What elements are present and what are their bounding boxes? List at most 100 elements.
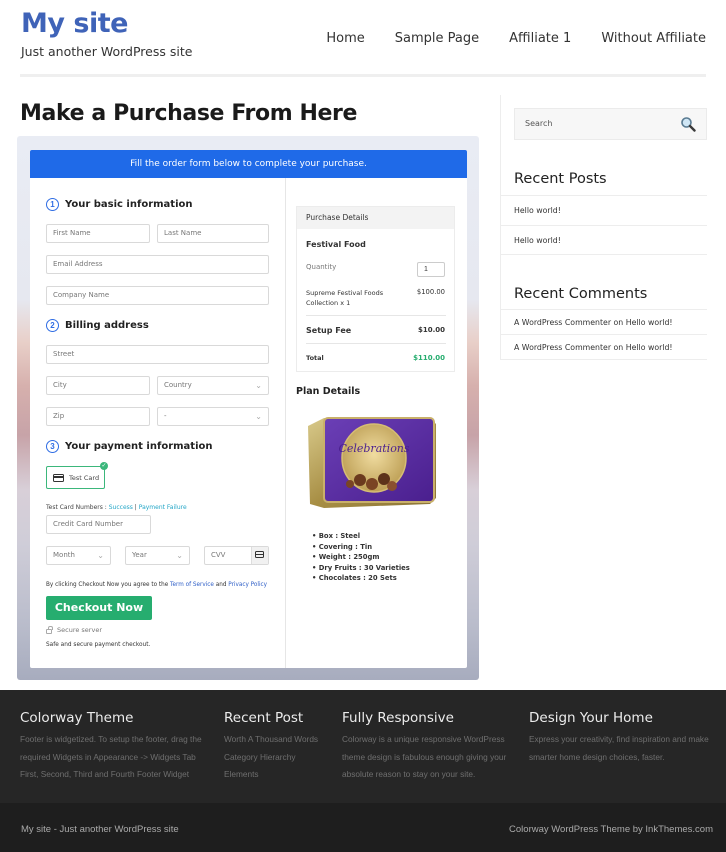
step-number-icon: 1 bbox=[46, 198, 59, 211]
footer-col-title: Recent Post bbox=[224, 710, 304, 726]
check-icon: ✓ bbox=[100, 462, 108, 470]
item-description: Supreme Festival Foods Collection x 1 bbox=[306, 288, 383, 308]
recent-post-link[interactable]: Hello world! bbox=[501, 195, 707, 225]
state-select[interactable]: - ⌄ bbox=[157, 407, 269, 426]
card-number-input[interactable]: Credit Card Number bbox=[46, 515, 151, 534]
terms-prefix: By clicking Checkout Now you agree to th… bbox=[46, 582, 171, 588]
footer-post-link[interactable]: Worth A Thousand Words bbox=[224, 731, 318, 749]
month-select[interactable]: Month ⌄ bbox=[46, 546, 111, 565]
quantity-label: Quantity bbox=[306, 263, 337, 271]
country-select[interactable]: Country ⌄ bbox=[157, 376, 269, 395]
credit-card-icon bbox=[255, 551, 264, 558]
chevron-down-icon: ⌄ bbox=[255, 412, 262, 421]
setup-fee-label: Setup Fee bbox=[306, 326, 352, 335]
city-input[interactable]: City bbox=[46, 376, 150, 395]
nav-home[interactable]: Home bbox=[326, 31, 364, 46]
footer-text: Colorway is a unique responsive WordPres… bbox=[342, 734, 505, 744]
search-input[interactable]: Search bbox=[514, 108, 707, 140]
footer-text: theme design is fabulous enough giving y… bbox=[342, 751, 507, 762]
checkout-now-button[interactable]: Checkout Now bbox=[46, 596, 152, 620]
step-label: Your payment information bbox=[65, 441, 213, 452]
checkout-form-wrapper: Fill the order form below to complete yo… bbox=[17, 136, 479, 680]
secure-server-label: Secure server bbox=[57, 626, 102, 634]
cvv-input[interactable]: CVV bbox=[204, 546, 269, 565]
total-label: Total bbox=[306, 354, 324, 362]
footer-site-credit[interactable]: My site - Just another WordPress site bbox=[21, 824, 179, 835]
footer-post-link[interactable]: Elements bbox=[224, 766, 318, 784]
email-input[interactable]: Email Address bbox=[46, 255, 269, 274]
step-payment: 3 Your payment information bbox=[46, 440, 213, 453]
last-name-input[interactable]: Last Name bbox=[157, 224, 269, 243]
site-title[interactable]: My site bbox=[21, 8, 128, 39]
site-tagline: Just another WordPress site bbox=[21, 44, 193, 59]
item-line-2: Collection x 1 bbox=[306, 299, 351, 307]
test-failure-link[interactable]: Payment Failure bbox=[139, 504, 187, 511]
spec-item: Weight : 250gm bbox=[312, 553, 410, 564]
footer-bottom-bar: My site - Just another WordPress site Co… bbox=[0, 803, 726, 852]
header-divider bbox=[20, 74, 706, 77]
month-select-value: Month bbox=[53, 551, 75, 559]
footer-col-colorway: Colorway Theme Footer is widgetized. To … bbox=[20, 710, 202, 784]
step-number-icon: 2 bbox=[46, 319, 59, 332]
spec-item: Chocolates : 20 Sets bbox=[312, 574, 410, 585]
footer-theme-credit[interactable]: Colorway WordPress Theme by InkThemes.co… bbox=[509, 824, 713, 835]
cvv-card-icon bbox=[251, 547, 268, 564]
footer-text: absolute reason to stay on your site. bbox=[342, 769, 476, 779]
privacy-policy-link[interactable]: Privacy Policy bbox=[228, 582, 267, 588]
step-number-icon: 3 bbox=[46, 440, 59, 453]
first-name-input[interactable]: First Name bbox=[46, 224, 150, 243]
setup-fee-price: $10.00 bbox=[417, 326, 445, 334]
payment-method-test-card[interactable]: Test Card ✓ bbox=[46, 462, 108, 489]
zip-input[interactable]: Zip bbox=[46, 407, 150, 426]
terms-and: and bbox=[213, 582, 229, 588]
chevron-down-icon: ⌄ bbox=[255, 381, 262, 390]
nav-affiliate-1[interactable]: Affiliate 1 bbox=[509, 31, 571, 46]
product-image: Celebrations bbox=[308, 417, 436, 508]
search-placeholder: Search bbox=[525, 119, 553, 128]
payment-method-label: Test Card bbox=[69, 473, 100, 482]
purchase-details-heading: Purchase Details bbox=[297, 207, 454, 229]
step-label: Your basic information bbox=[65, 199, 193, 210]
footer-text: First, Second, Third and Fourth Footer W… bbox=[20, 769, 190, 779]
item-price: $100.00 bbox=[416, 288, 445, 296]
company-input[interactable]: Company Name bbox=[46, 286, 269, 305]
plan-spec-list: Box : Steel Covering : Tin Weight : 250g… bbox=[312, 532, 410, 585]
divider bbox=[306, 343, 446, 344]
recent-post-link[interactable]: Hello world! bbox=[501, 225, 707, 255]
year-select[interactable]: Year ⌄ bbox=[125, 546, 190, 565]
terms-of-service-link[interactable]: Term of Service bbox=[170, 582, 214, 588]
sidebar: Search Recent Posts Hello world! Hello w… bbox=[500, 95, 707, 360]
country-select-value: Country bbox=[164, 381, 192, 389]
footer-post-link[interactable]: Category Hierarchy bbox=[224, 749, 318, 767]
nav-sample-page[interactable]: Sample Page bbox=[395, 31, 479, 46]
footer-text: required Widgets in Appearance -> Widget… bbox=[20, 751, 196, 762]
chevron-down-icon: ⌄ bbox=[97, 551, 104, 560]
street-input[interactable]: Street bbox=[46, 345, 269, 364]
test-numbers-label: Test Card Numbers : bbox=[46, 504, 109, 511]
plan-details-heading: Plan Details bbox=[296, 386, 361, 397]
spec-item: Box : Steel bbox=[312, 532, 410, 543]
footer-text: Footer is widgetized. To setup the foote… bbox=[20, 734, 202, 744]
product-name: Festival Food bbox=[306, 240, 366, 249]
main-nav: Home Sample Page Affiliate 1 Without Aff… bbox=[296, 31, 706, 46]
secure-server: Secure server bbox=[46, 625, 102, 634]
quantity-input[interactable]: 1 bbox=[417, 262, 445, 277]
divider bbox=[306, 315, 446, 316]
nav-without-affiliate[interactable]: Without Affiliate bbox=[601, 31, 706, 46]
checkout-form: Fill the order form below to complete yo… bbox=[30, 150, 467, 668]
recent-comment-link[interactable]: A WordPress Commenter on Hello world! bbox=[501, 309, 707, 335]
footer-col-title: Fully Responsive bbox=[342, 710, 454, 726]
search-icon[interactable] bbox=[680, 116, 696, 132]
recent-comment-link[interactable]: A WordPress Commenter on Hello world! bbox=[501, 334, 707, 360]
chevron-down-icon: ⌄ bbox=[176, 551, 183, 560]
terms-text: By clicking Checkout Now you agree to th… bbox=[46, 582, 267, 588]
recent-posts-title: Recent Posts bbox=[514, 171, 607, 187]
footer-widgets: Colorway Theme Footer is widgetized. To … bbox=[0, 690, 726, 803]
test-success-link[interactable]: Success bbox=[109, 504, 133, 511]
column-divider bbox=[285, 178, 286, 668]
purchase-details: Purchase Details Festival Food Quantity … bbox=[296, 206, 455, 372]
svg-text:Celebrations: Celebrations bbox=[338, 442, 409, 455]
footer-col-recent-post: Recent Post Worth A Thousand Words Categ… bbox=[224, 710, 318, 784]
footer-col-title: Colorway Theme bbox=[20, 710, 134, 726]
spec-item: Covering : Tin bbox=[312, 543, 410, 554]
